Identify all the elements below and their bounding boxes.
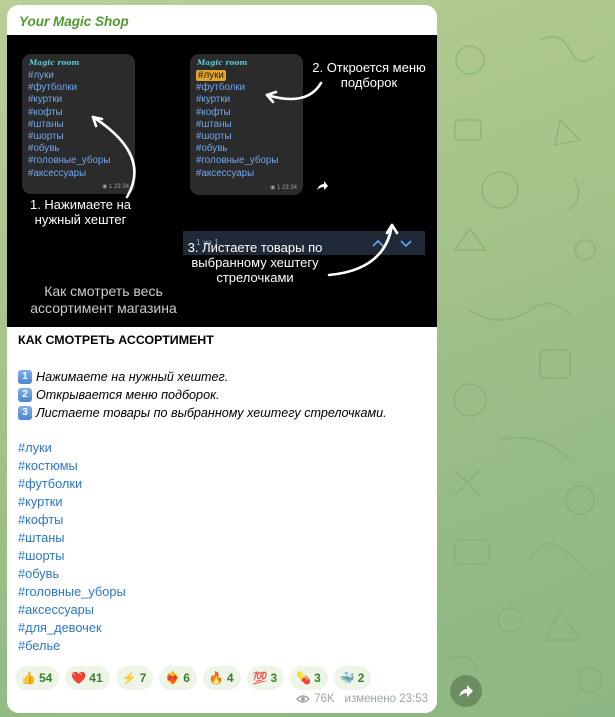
reaction-count: 54 bbox=[38, 671, 53, 685]
reaction-chip[interactable]: 👍 54 bbox=[15, 666, 60, 690]
hashtag-link[interactable]: #белье bbox=[18, 637, 126, 655]
step-text: Открывается меню подборок. bbox=[36, 388, 220, 402]
reaction-emoji: 💯 bbox=[252, 671, 268, 685]
eye-icon bbox=[296, 695, 311, 703]
reaction-emoji: ⚡ bbox=[121, 671, 137, 685]
caption-step-3: 3. Листаете товары по выбранному хештегу… bbox=[187, 240, 323, 285]
reactions-bar: 👍 54 ❤️ 41 ⚡ 7 ❤‍🔥 6 🔥 4 💯 3 💊 3 🐳 2 bbox=[15, 666, 372, 690]
reaction-emoji: 🐳 bbox=[339, 671, 355, 685]
reaction-count: 4 bbox=[226, 671, 234, 685]
reaction-count: 3 bbox=[314, 671, 321, 685]
view-count: 76K bbox=[314, 693, 335, 705]
reaction-chip[interactable]: ❤️ 41 bbox=[65, 666, 110, 690]
reaction-count: 41 bbox=[89, 671, 103, 685]
share-button[interactable] bbox=[450, 675, 482, 707]
hashtag-link[interactable]: #штаны bbox=[18, 529, 126, 547]
step-text: Нажимаете на нужный хештег. bbox=[36, 370, 229, 384]
reaction-emoji: ❤️ bbox=[71, 671, 87, 685]
message-meta: 76K изменено 23:53 bbox=[296, 693, 428, 705]
reaction-emoji: 👍 bbox=[21, 671, 36, 685]
reaction-chip[interactable]: ❤‍🔥 6 bbox=[159, 666, 197, 690]
reaction-chip[interactable]: 💯 3 bbox=[246, 666, 285, 690]
hashtag-link[interactable]: #головные_уборы bbox=[18, 583, 126, 601]
reaction-count: 7 bbox=[139, 671, 147, 685]
hashtag-link[interactable]: #аксессуары bbox=[18, 601, 126, 619]
step-item: 2 Открывается меню подборок. bbox=[18, 386, 387, 404]
steps-list: 1 Нажимаете на нужный хештег. 2 Открывается… bbox=[18, 368, 387, 422]
reaction-emoji: 🔥 bbox=[208, 671, 224, 685]
reaction-count: 3 bbox=[270, 671, 278, 685]
hashtag-link[interactable]: #кофты bbox=[18, 511, 126, 529]
edited-time: изменено 23:53 bbox=[344, 693, 428, 705]
step-text: Листаете товары по выбранному хештегу ст… bbox=[36, 406, 387, 420]
step-number-icon: 3 bbox=[18, 406, 32, 420]
reaction-emoji: 💊 bbox=[296, 671, 312, 685]
channel-message: Your Magic Shop Magic room #луки #футболк… bbox=[7, 5, 437, 713]
reaction-count: 6 bbox=[183, 671, 190, 685]
caption-step-1: 1. Нажимаете на нужный хештег bbox=[29, 197, 132, 227]
reaction-emoji: ❤‍🔥 bbox=[165, 671, 181, 685]
hashtag-link[interactable]: #куртки bbox=[18, 493, 126, 511]
caption-title: Как смотреть весь ассортимент магазина bbox=[30, 283, 177, 316]
hashtag-link[interactable]: #для_девочек bbox=[18, 619, 126, 637]
hashtag-link[interactable]: #обувь bbox=[18, 565, 126, 583]
reaction-count: 2 bbox=[357, 671, 365, 685]
share-arrow-icon bbox=[459, 685, 473, 697]
post-title: КАК СМОТРЕТЬ АССОРТИМЕНТ bbox=[18, 333, 214, 347]
reaction-chip[interactable]: ⚡ 7 bbox=[115, 666, 154, 690]
hashtag-link[interactable]: #луки bbox=[18, 439, 126, 457]
step-item: 1 Нажимаете на нужный хештег. bbox=[18, 368, 387, 386]
hashtag-link[interactable]: #шорты bbox=[18, 547, 126, 565]
step-number-icon: 2 bbox=[18, 388, 32, 402]
step-item: 3 Листаете товары по выбранному хештегу с… bbox=[18, 404, 387, 422]
promo-image[interactable]: Magic room #луки #футболки #куртки #кофты #ш… bbox=[7, 35, 437, 327]
hashtag-link[interactable]: #костюмы bbox=[18, 457, 126, 475]
hashtag-list: #луки #костюмы #футболки #куртки #кофты #штан… bbox=[18, 439, 126, 655]
reaction-chip[interactable]: 💊 3 bbox=[290, 666, 328, 690]
caption-step-2: 2. Откроется меню подборок bbox=[312, 60, 426, 90]
step-number-icon: 1 bbox=[18, 370, 32, 384]
channel-name[interactable]: Your Magic Shop bbox=[19, 14, 129, 29]
reaction-chip[interactable]: 🐳 2 bbox=[333, 666, 372, 690]
reaction-chip[interactable]: 🔥 4 bbox=[202, 666, 241, 690]
hashtag-link[interactable]: #футболки bbox=[18, 475, 126, 493]
